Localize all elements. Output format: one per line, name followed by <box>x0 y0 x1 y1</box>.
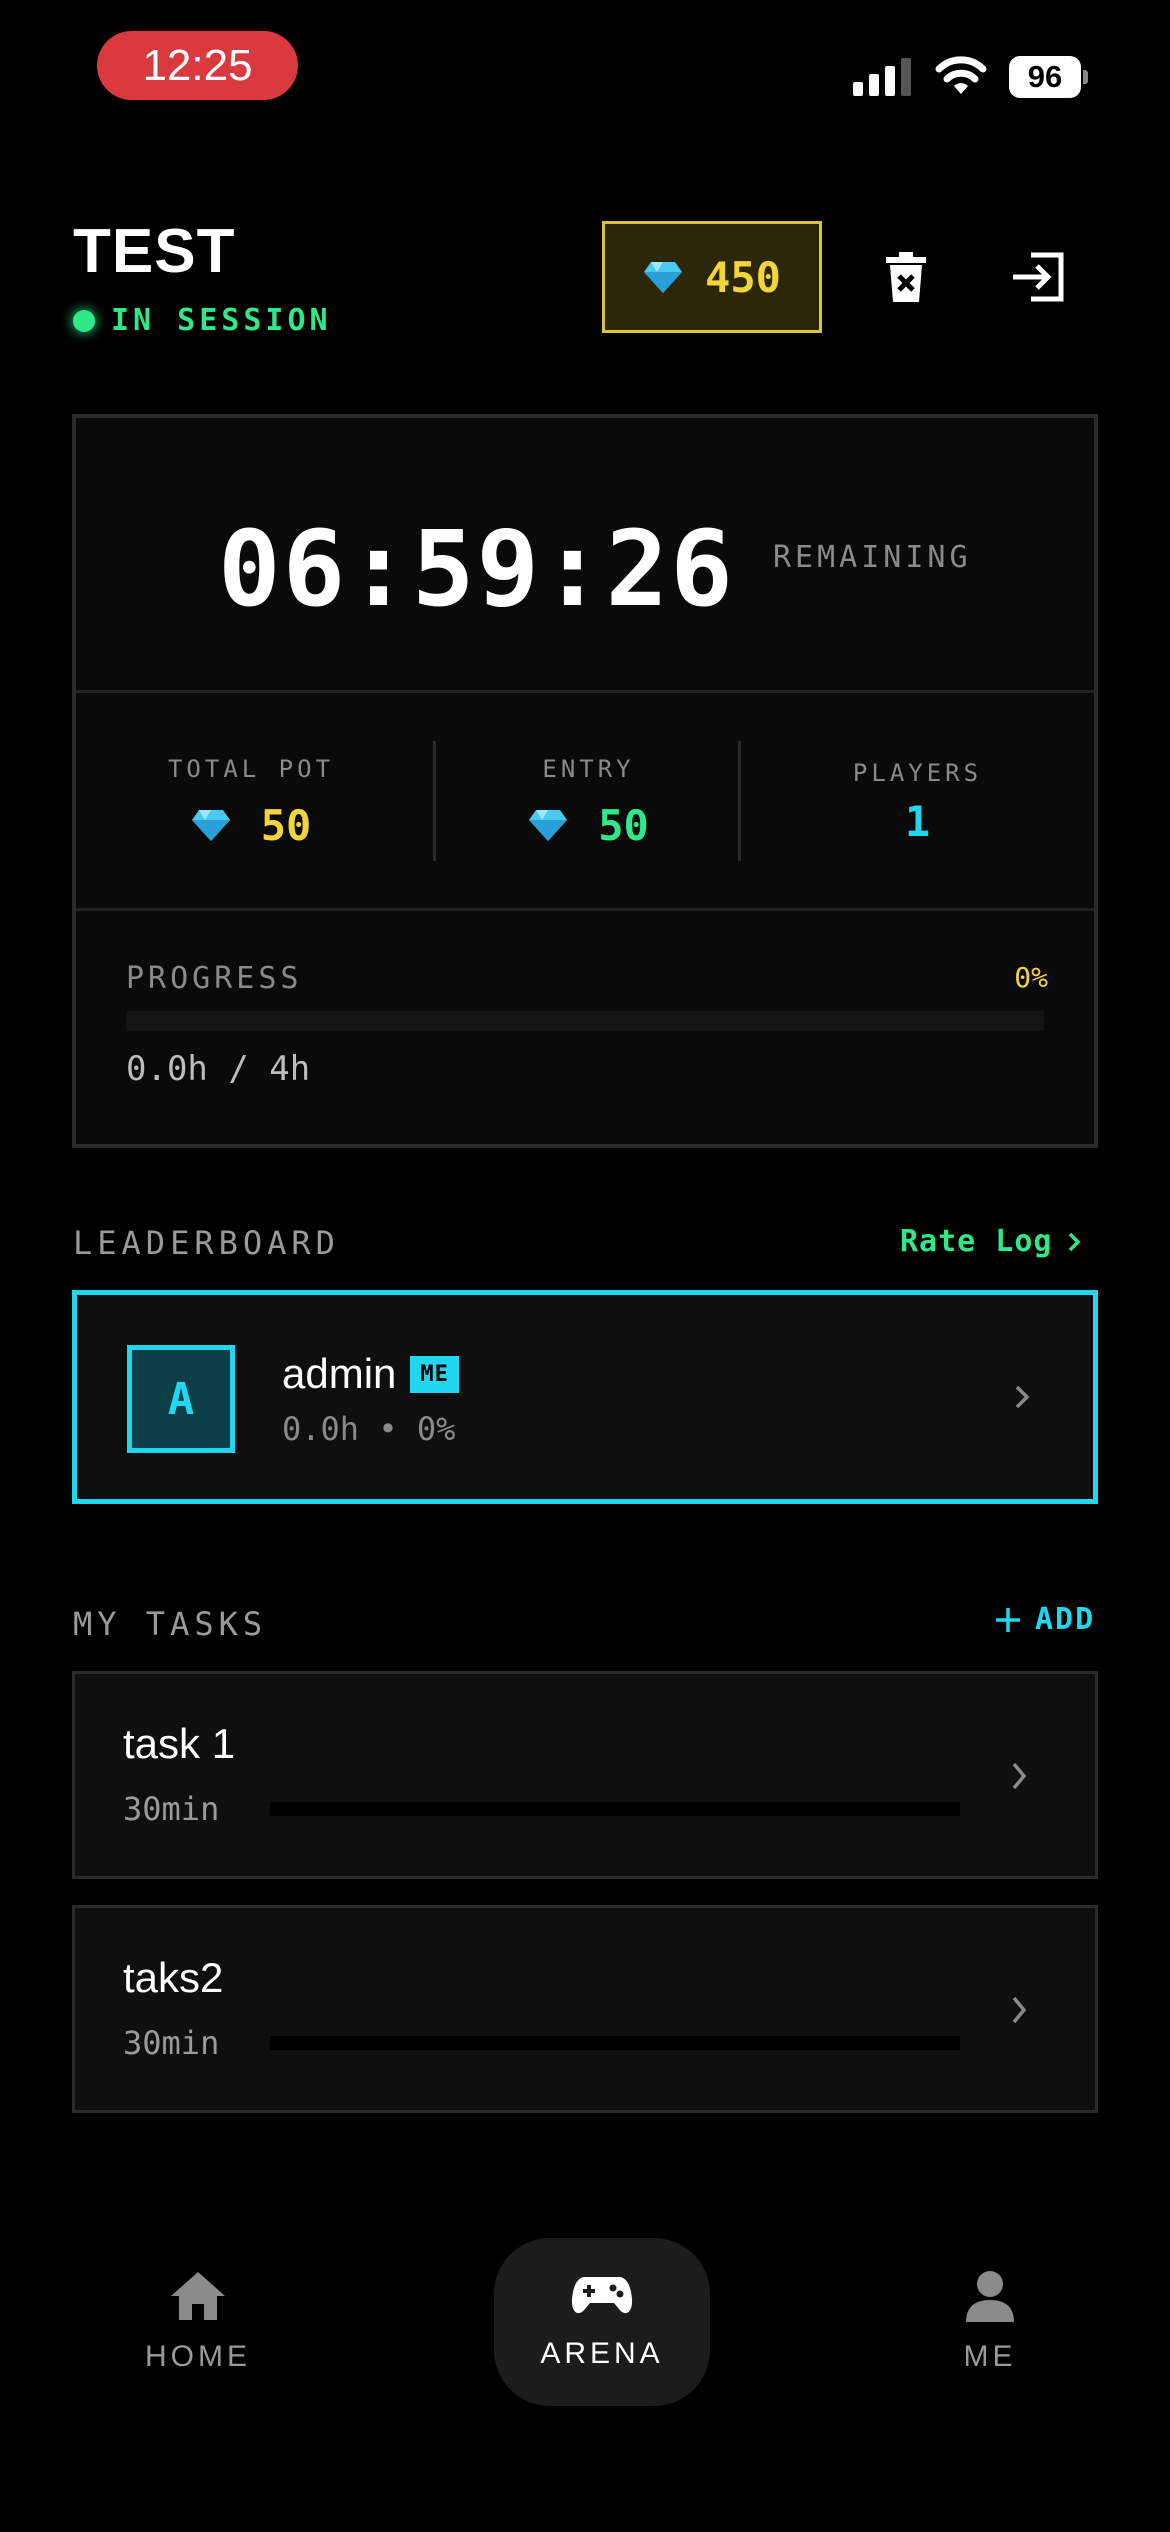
leaderboard-player-name: admin ME <box>282 1350 459 1398</box>
task-duration: 30min <box>123 2024 220 2062</box>
player-stats: 0.0h • 0% <box>282 1410 456 1448</box>
timer-section: 06:59:26 REMAINING <box>76 418 1094 693</box>
wifi-icon <box>935 56 987 94</box>
plus-icon <box>996 1607 1020 1632</box>
me-badge: ME <box>410 1355 459 1393</box>
tab-me-label: ME <box>963 2340 1017 2373</box>
home-icon <box>171 2272 225 2320</box>
gem-balance-button[interactable]: 450 <box>602 221 822 333</box>
gem-icon <box>191 810 230 841</box>
total-pot-stat: TOTAL POT 50 <box>76 693 426 911</box>
task-item[interactable]: taks2 30min <box>72 1905 1098 2113</box>
gem-balance-value: 450 <box>705 252 781 302</box>
session-title: TEST <box>73 217 236 286</box>
delete-session-button[interactable] <box>870 241 942 313</box>
battery-icon: 96 <box>1009 56 1089 98</box>
my-tasks-title: MY TASKS <box>73 1605 268 1643</box>
avatar: A <box>127 1345 235 1453</box>
progress-section: PROGRESS 0% 0.0h / 4h <box>76 911 1094 1148</box>
session-status: IN SESSION <box>73 303 332 338</box>
add-task-button[interactable]: ADD <box>995 1602 1095 1637</box>
players-value: 1 <box>904 796 931 846</box>
gem-icon <box>644 262 683 293</box>
leaderboard-title: LEADERBOARD <box>73 1224 340 1262</box>
chevron-right-icon <box>1068 1232 1080 1251</box>
progress-percent: 0% <box>1014 961 1048 994</box>
entry-stat: ENTRY 50 <box>436 693 741 911</box>
progress-label: PROGRESS <box>126 961 303 996</box>
chevron-right-icon <box>1012 1762 1027 1790</box>
countdown-timer: 06:59:26 <box>218 508 735 630</box>
progress-bar <box>126 1011 1044 1031</box>
total-pot-label: TOTAL POT <box>167 754 335 783</box>
tab-arena-label: ARENA <box>540 2337 664 2370</box>
add-task-label: ADD <box>1035 1602 1096 1637</box>
session-card: 06:59:26 REMAINING TOTAL POT 50 ENTRY 50… <box>72 414 1098 1148</box>
tab-arena[interactable]: ARENA <box>494 2238 710 2406</box>
task-progress-bar <box>270 2036 960 2050</box>
gamepad-icon <box>571 2277 633 2314</box>
chevron-right-icon <box>1015 1385 1030 1409</box>
task-name: taks2 <box>123 1954 224 2001</box>
trash-icon <box>886 252 926 302</box>
entry-label: ENTRY <box>542 754 635 783</box>
person-icon <box>966 2271 1014 2322</box>
logout-icon <box>1013 252 1064 302</box>
session-status-label: IN SESSION <box>111 303 332 338</box>
rate-log-label: Rate Log <box>900 1224 1053 1259</box>
status-time: 12:25 <box>97 31 298 100</box>
tab-home-label: HOME <box>145 2340 251 2373</box>
task-name: task 1 <box>123 1720 236 1767</box>
stats-section: TOTAL POT 50 ENTRY 50 PLAYERS 1 <box>76 693 1094 911</box>
player-name: admin <box>282 1350 397 1397</box>
chevron-right-icon <box>1012 1996 1027 2024</box>
task-item[interactable]: task 1 30min <box>72 1671 1098 1879</box>
tab-me[interactable]: ME <box>920 2238 1060 2406</box>
players-label: PLAYERS <box>852 758 983 787</box>
entry-value: 50 <box>598 800 649 850</box>
task-progress-bar <box>270 1802 960 1816</box>
tab-home[interactable]: HOME <box>118 2238 278 2406</box>
app-screen: 12:25 96 TEST IN SESSION 450 06:59:26 RE… <box>0 0 1170 2532</box>
exit-session-button[interactable] <box>1002 241 1074 313</box>
progress-hours: 0.0h / 4h <box>126 1049 311 1089</box>
leaderboard-row[interactable]: A admin ME 0.0h • 0% <box>72 1290 1098 1504</box>
task-duration: 30min <box>123 1790 220 1828</box>
players-stat: PLAYERS 1 <box>741 693 1094 911</box>
battery-level: 96 <box>1009 56 1081 98</box>
cellular-signal-icon <box>853 56 913 96</box>
timer-remaining-label: REMAINING <box>773 540 972 575</box>
status-dot-icon <box>73 309 95 332</box>
gem-icon <box>529 810 568 841</box>
rate-log-link[interactable]: Rate Log <box>900 1224 1081 1259</box>
total-pot-value: 50 <box>260 800 312 850</box>
